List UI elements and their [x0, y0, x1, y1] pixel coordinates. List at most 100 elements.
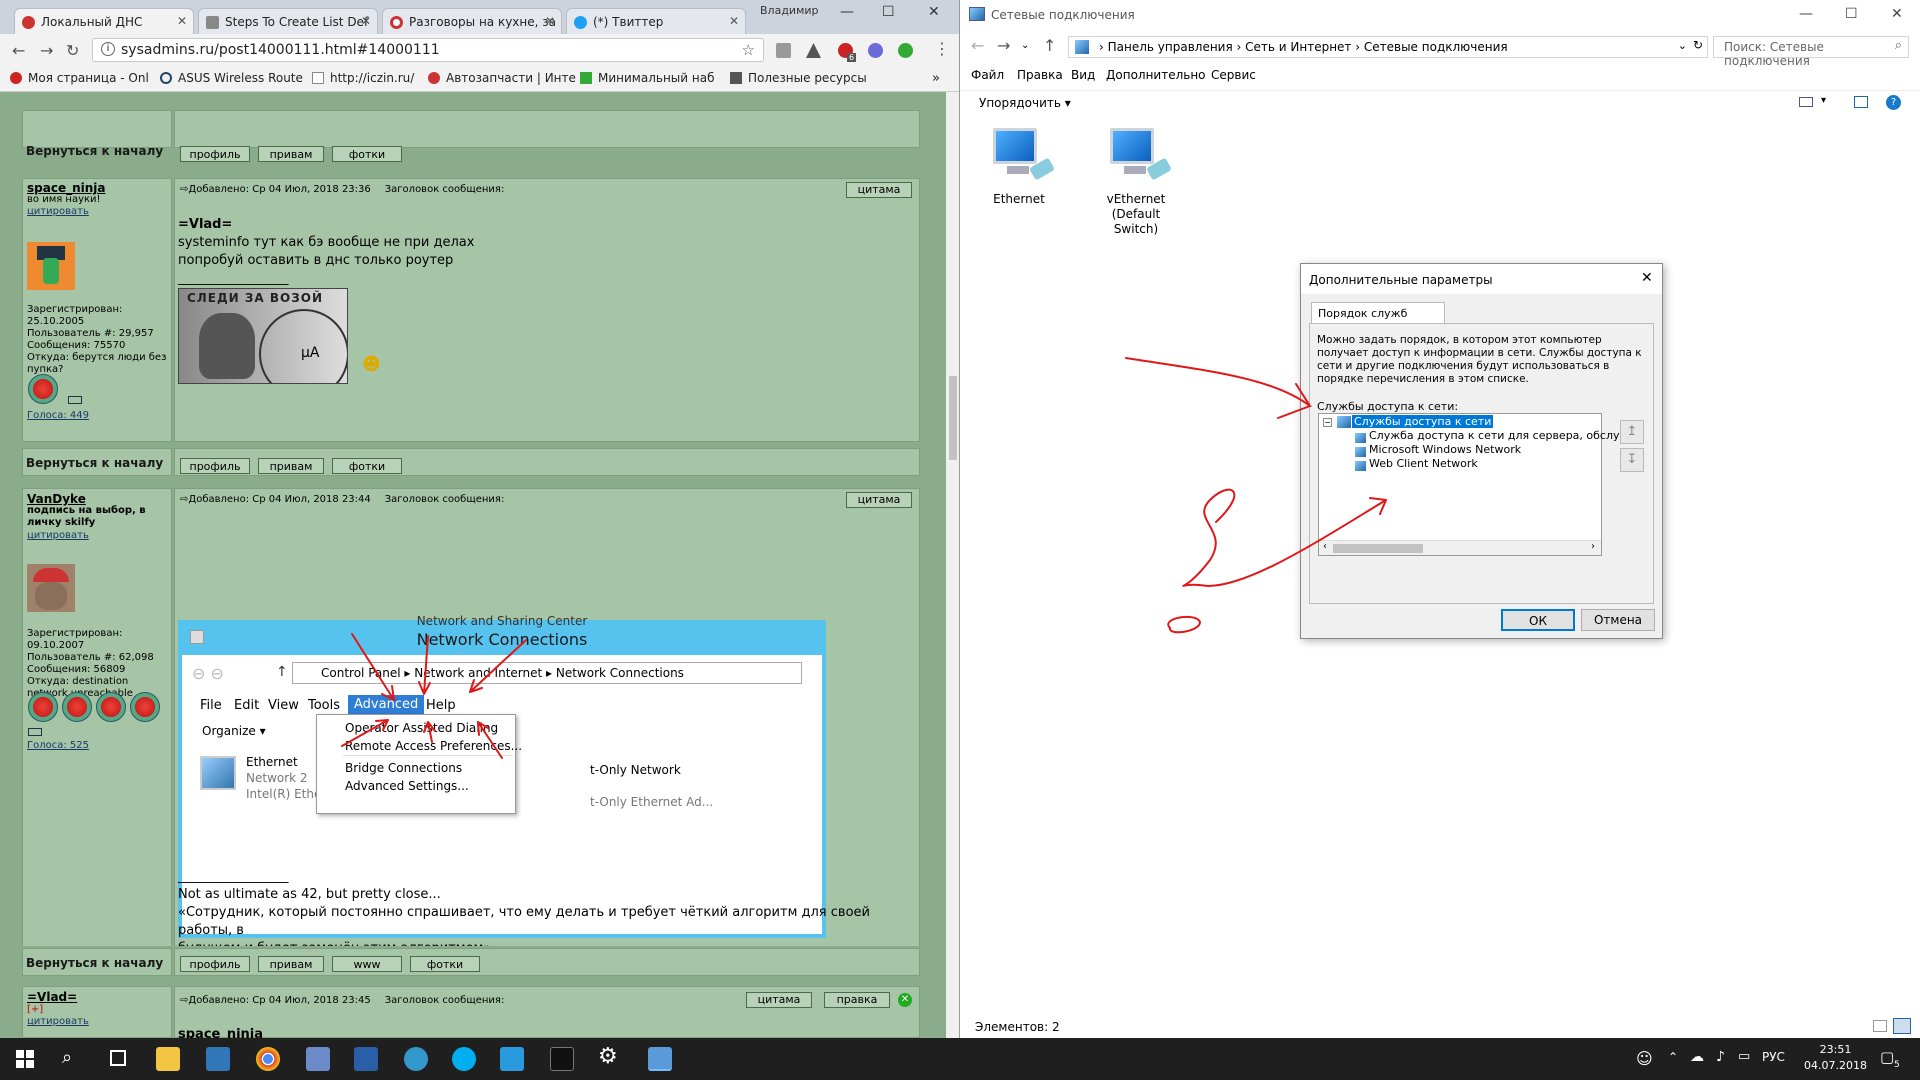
- provider-tree[interactable]: − Службы доступа к сети Служба доступа к…: [1318, 413, 1629, 556]
- url-input[interactable]: i sysadmins.ru/post14000111.html#1400011…: [92, 38, 764, 62]
- maximize-icon[interactable]: ☐: [882, 4, 895, 20]
- back-to-top-link[interactable]: Вернуться к началу: [26, 456, 163, 470]
- close-tab-icon[interactable]: ✕: [177, 14, 187, 28]
- move-down-icon[interactable]: ↧: [1620, 448, 1644, 472]
- menu-kebab-icon[interactable]: ⋮: [934, 39, 950, 58]
- quote-button[interactable]: цитама: [746, 992, 812, 1008]
- menu-edit[interactable]: Правка: [1017, 68, 1063, 82]
- view-options-icon[interactable]: [1799, 97, 1813, 107]
- more-bookmarks-icon[interactable]: »: [932, 71, 940, 86]
- extension-icon[interactable]: [898, 43, 913, 58]
- recent-chevron-icon[interactable]: ⌄: [1021, 40, 1029, 51]
- drive-icon[interactable]: [806, 43, 821, 58]
- view-dropdown-icon[interactable]: ▾: [1821, 95, 1826, 106]
- profile-button[interactable]: профиль: [180, 146, 250, 162]
- profile-name[interactable]: Владимир: [760, 4, 819, 17]
- close-icon[interactable]: ✕: [928, 4, 940, 20]
- pm-button[interactable]: привам: [258, 146, 324, 162]
- quote-button[interactable]: цитама: [846, 182, 912, 198]
- preview-pane-icon[interactable]: [1854, 96, 1868, 108]
- bookmark-star-icon[interactable]: ☆: [742, 41, 755, 59]
- back-icon[interactable]: ←: [971, 36, 984, 55]
- notifications-icon[interactable]: ▢: [1880, 1048, 1894, 1066]
- terminal-icon[interactable]: [550, 1047, 574, 1071]
- extension-icon[interactable]: [776, 43, 791, 58]
- ok-button[interactable]: ОК: [1501, 609, 1575, 631]
- page-scrollbar[interactable]: [946, 92, 959, 1038]
- menu-advanced[interactable]: Дополнительно: [1106, 68, 1206, 82]
- vethernet-adapter[interactable]: vEthernet (Default Switch): [1091, 124, 1181, 237]
- large-icons-view-icon[interactable]: [1893, 1018, 1911, 1034]
- start-icon[interactable]: [16, 1050, 34, 1068]
- close-tab-icon[interactable]: ✕: [361, 14, 371, 28]
- help-icon[interactable]: ?: [1886, 95, 1901, 110]
- cancel-button[interactable]: Отмена: [1581, 609, 1655, 631]
- votes-link[interactable]: Голоса: 449: [27, 410, 89, 422]
- search-input[interactable]: Поиск: Сетевые подключения ⌕: [1713, 36, 1909, 68]
- clock[interactable]: 23:51 04.07.2018: [1804, 1042, 1867, 1074]
- photos-button[interactable]: фотки: [410, 956, 480, 972]
- scrollbar-thumb[interactable]: [949, 376, 957, 460]
- network-connections-icon[interactable]: [648, 1047, 672, 1071]
- profile-button[interactable]: профиль: [180, 956, 250, 972]
- address-bar[interactable]: › Панель управления › Сеть и Интернет › …: [1068, 36, 1708, 58]
- skype-icon[interactable]: [452, 1047, 476, 1071]
- horizontal-scrollbar[interactable]: ‹ ›: [1319, 540, 1601, 555]
- chrome-icon[interactable]: [256, 1047, 280, 1071]
- tree-item[interactable]: Служба доступа к сети для сервера, обслу…: [1369, 429, 1629, 442]
- bookmark-folder[interactable]: Полезные ресурсы: [730, 71, 867, 85]
- settings-icon[interactable]: ⚙: [598, 1044, 618, 1069]
- crumb[interactable]: Панель управления: [1108, 40, 1233, 54]
- ethernet-adapter[interactable]: Ethernet: [974, 124, 1064, 207]
- search-icon[interactable]: ⌕: [62, 1047, 72, 1068]
- network-tool-icon[interactable]: [306, 1047, 330, 1071]
- menu-file[interactable]: Файл: [971, 68, 1004, 82]
- back-icon[interactable]: ←: [12, 41, 25, 60]
- store-icon[interactable]: [500, 1047, 524, 1071]
- volume-icon[interactable]: ♪: [1716, 1049, 1725, 1065]
- forward-icon[interactable]: →: [997, 36, 1010, 55]
- photos-button[interactable]: фотки: [332, 146, 402, 162]
- quote-link[interactable]: цитировать: [27, 530, 89, 542]
- bookmark-item[interactable]: Минимальный наб: [580, 71, 714, 85]
- bookmark-item[interactable]: ASUS Wireless Route: [160, 71, 303, 85]
- back-to-top-link[interactable]: Вернуться к началу: [26, 956, 163, 970]
- close-icon[interactable]: ✕: [1641, 270, 1653, 286]
- tree-item[interactable]: Web Client Network: [1369, 457, 1478, 470]
- scroll-left-icon[interactable]: ‹: [1323, 541, 1327, 552]
- task-view-icon[interactable]: [110, 1050, 126, 1066]
- move-up-icon[interactable]: ↥: [1620, 420, 1644, 444]
- close-tab-icon[interactable]: ✕: [729, 14, 739, 28]
- menu-view[interactable]: Вид: [1071, 68, 1095, 82]
- extension-icon[interactable]: [868, 43, 883, 58]
- tab-kitchen[interactable]: Разговоры на кухне, за ✕: [382, 8, 562, 34]
- back-to-top-link[interactable]: Вернуться к началу: [26, 144, 163, 158]
- people-icon[interactable]: ☺: [1636, 1049, 1653, 1068]
- tab-steps[interactable]: Steps To Create List Def ✕: [198, 8, 378, 34]
- phone-icon[interactable]: [404, 1047, 428, 1071]
- bookmark-item[interactable]: Моя страница - Onl: [10, 71, 149, 85]
- bookmark-item[interactable]: http://iczin.ru/: [312, 71, 414, 85]
- delete-icon[interactable]: ✕: [898, 993, 912, 1007]
- minimize-icon[interactable]: —: [840, 4, 854, 20]
- crumb[interactable]: Сеть и Интернет: [1245, 40, 1351, 54]
- scrollbar-thumb[interactable]: [1333, 544, 1423, 553]
- close-tab-icon[interactable]: ✕: [545, 14, 555, 28]
- up-icon[interactable]: ↑: [1043, 36, 1056, 55]
- edit-button[interactable]: правка: [824, 992, 890, 1008]
- www-button[interactable]: www: [332, 956, 402, 972]
- powershell-icon[interactable]: [354, 1047, 378, 1071]
- onedrive-icon[interactable]: ☁: [1690, 1049, 1704, 1065]
- maximize-icon[interactable]: ☐: [1845, 6, 1858, 22]
- username-link[interactable]: space_ninja: [27, 181, 106, 195]
- address-dropdown-icon[interactable]: ⌄: [1678, 39, 1687, 52]
- username-link[interactable]: VanDyke: [27, 492, 86, 506]
- tray-chevron-icon[interactable]: ⌃: [1668, 1050, 1678, 1064]
- tab-local-dns[interactable]: Локальный ДНС ✕: [14, 8, 194, 34]
- quote-link[interactable]: цитировать: [27, 206, 89, 218]
- forward-icon[interactable]: →: [40, 41, 53, 60]
- close-icon[interactable]: ✕: [1891, 6, 1903, 22]
- minimize-icon[interactable]: —: [1799, 6, 1813, 22]
- photos-button[interactable]: фотки: [332, 458, 402, 474]
- info-icon[interactable]: i: [101, 42, 115, 56]
